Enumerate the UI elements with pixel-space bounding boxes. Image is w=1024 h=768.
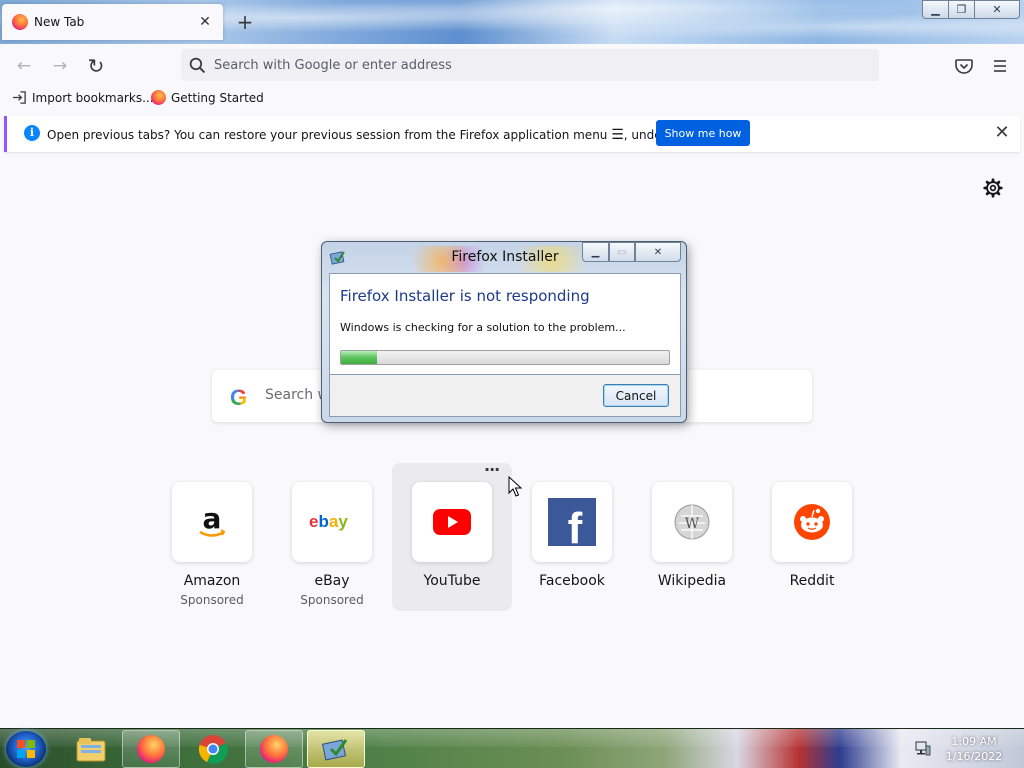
window-maximize-button[interactable]: ❐ [948,0,975,19]
dialog-minimize-button[interactable]: ▁ [582,242,609,262]
show-me-how-button[interactable]: Show me how [656,120,750,146]
svg-text:W: W [685,516,700,532]
bookmark-getting-started[interactable]: Getting Started [151,90,264,105]
taskbar-chrome[interactable] [184,730,242,768]
top-site-name: Facebook [539,573,605,589]
windows-logo-icon [17,740,35,758]
top-site-amazon[interactable]: a Amazon Sponsored [152,463,272,611]
clock-date: 1/16/2022 [945,750,1003,763]
tab-new-tab[interactable]: New Tab ✕ [2,4,223,40]
svg-text:ebay: ebay [309,512,348,531]
not-responding-dialog: Firefox Installer ▁ ▭ ✕ Firefox Installe… [321,241,687,423]
top-site-name: YouTube [423,573,481,589]
taskbar-firefox-installer[interactable] [307,730,365,768]
start-button[interactable] [6,731,46,767]
window-close-button[interactable]: ✕ [974,0,1020,19]
taskbar-firefox-2[interactable] [245,730,303,768]
facebook-icon: f [532,482,612,562]
progress-bar [340,350,670,365]
gear-icon[interactable] [982,177,1004,199]
search-placeholder: Search w [265,387,329,403]
back-button[interactable]: ← [10,52,38,80]
firefox-icon [260,735,288,763]
dialog-footer: Cancel [329,375,681,417]
dialog-window-controls: ▁ ▭ ✕ [582,242,681,262]
installer-icon [321,739,348,761]
title-bar: New Tab ✕ + ▁ ❐ ✕ [0,0,1024,44]
top-site-name: Wikipedia [657,573,727,589]
reload-button[interactable]: ↻ [82,52,110,80]
progress-fill [341,351,378,364]
menu-glyph-icon: ☰ [611,127,624,143]
wikipedia-icon: W [652,482,732,562]
dialog-heading: Firefox Installer is not responding [340,287,590,305]
top-site-name: Reddit [789,573,835,589]
notification-bold: Open previous tabs? [47,128,171,142]
notification-close-icon[interactable]: ✕ [991,122,1013,144]
top-site-ebay[interactable]: ebay eBay Sponsored [272,463,392,611]
tile-menu-icon[interactable]: ··· [484,460,500,479]
bookmark-label: Import bookmarks... [32,90,154,105]
youtube-icon [412,482,492,562]
bookmark-import[interactable]: Import bookmarks... [12,90,154,105]
dialog-close-button[interactable]: ✕ [635,242,681,262]
new-tab-button[interactable]: + [232,9,258,35]
reddit-icon [772,482,852,562]
clock-time: 1:09 AM [951,735,997,748]
firefox-icon [12,14,28,30]
notification-text: You can restore your previous session fr… [170,128,612,142]
system-clock[interactable]: 1:09 AM 1/16/2022 [940,734,1008,764]
top-site-name: eBay [314,573,350,589]
taskbar-firefox[interactable] [122,730,180,768]
import-icon [12,91,26,104]
tab-close-icon[interactable]: ✕ [197,14,213,30]
address-bar[interactable] [181,49,879,81]
bookmark-label: Getting Started [171,90,264,105]
chrome-icon [198,735,228,764]
top-site-youtube[interactable]: ··· YouTube [392,460,512,611]
explorer-icon [76,738,106,762]
firefox-icon [151,90,166,105]
forward-button[interactable]: → [46,52,74,80]
address-input[interactable] [214,57,814,73]
info-icon: i [24,125,40,141]
bookmarks-toolbar: Import bookmarks... Getting Started [0,86,1024,112]
restore-session-notification: i Open previous tabs? You can restore yo… [4,116,1020,152]
taskbar: 1:09 AM 1/16/2022 [0,728,1024,768]
top-site-name: Amazon [183,573,241,589]
network-icon[interactable] [914,739,932,757]
top-site-wikipedia[interactable]: W Wikipedia [632,463,752,611]
dialog-message: Windows is checking for a solution to th… [340,321,626,334]
top-site-facebook[interactable]: f Facebook [512,463,632,611]
pocket-icon[interactable] [952,54,976,78]
top-site-reddit[interactable]: Reddit [752,463,872,611]
sponsored-label: Sponsored [300,593,364,607]
google-icon: G [230,385,248,410]
hamburger-menu-icon[interactable] [988,54,1012,78]
mouse-cursor-icon [508,476,523,497]
search-icon [189,57,206,73]
navigation-toolbar: ← → ↻ [0,44,1024,86]
sponsored-label: Sponsored [180,593,244,607]
window-minimize-button[interactable]: ▁ [922,0,949,19]
firefox-icon [137,735,165,763]
tab-title: New Tab [34,15,85,29]
amazon-icon: a [172,482,252,562]
dialog-maximize-button: ▭ [609,242,635,262]
taskbar-explorer[interactable] [62,730,120,768]
dialog-body: Firefox Installer is not responding Wind… [329,273,681,375]
ebay-icon: ebay [292,482,372,562]
svg-text:f: f [568,504,583,546]
cancel-button[interactable]: Cancel [603,384,669,407]
notification-message: Open previous tabs? You can restore your… [47,127,715,143]
svg-text:a: a [203,502,222,535]
